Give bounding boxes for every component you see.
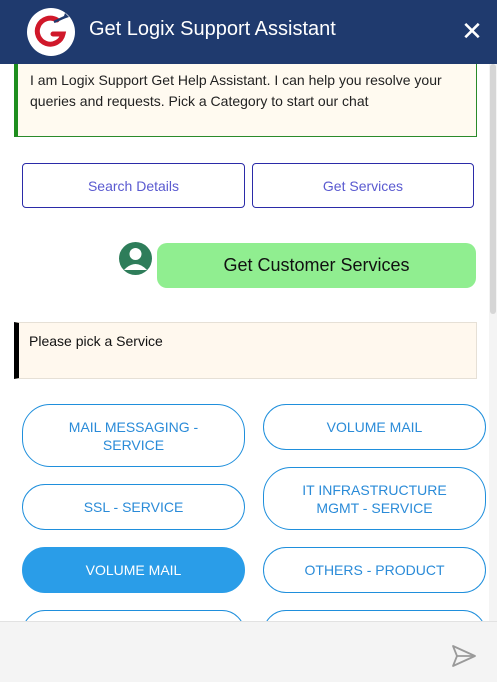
message-input[interactable] bbox=[8, 630, 438, 674]
chat-header: Get Logix Support Assistant ✕ bbox=[0, 0, 497, 64]
chat-transcript: I am Logix Support Get Help Assistant. I… bbox=[0, 64, 497, 621]
chat-scrollbar-thumb[interactable] bbox=[490, 64, 496, 314]
bot-prompt-message: Please pick a Service bbox=[14, 322, 477, 379]
get-services-button[interactable]: Get Services bbox=[252, 163, 474, 208]
getlogix-logo-icon bbox=[27, 8, 75, 56]
service-option-volume-mail[interactable]: VOLUME MAIL bbox=[263, 404, 486, 450]
service-option-ssl[interactable]: SSL - SERVICE bbox=[22, 484, 245, 530]
service-option-others-product[interactable]: OTHERS - PRODUCT bbox=[263, 547, 486, 593]
service-option-partial-right[interactable] bbox=[263, 610, 486, 621]
header-title: Get Logix Support Assistant bbox=[89, 18, 336, 40]
user-avatar-icon bbox=[119, 242, 152, 275]
service-option-partial-left[interactable] bbox=[22, 610, 245, 621]
search-details-button[interactable]: Search Details bbox=[22, 163, 245, 208]
service-option-mail-messaging[interactable]: MAIL MESSAGING - SERVICE bbox=[22, 404, 245, 467]
user-message-bubble: Get Customer Services bbox=[157, 243, 476, 288]
service-option-volume-mail-selected[interactable]: VOLUME MAIL bbox=[22, 547, 245, 593]
close-icon[interactable]: ✕ bbox=[459, 18, 485, 44]
service-option-it-infrastructure[interactable]: IT INFRASTRUCTURE MGMT - SERVICE bbox=[263, 467, 486, 530]
send-icon[interactable] bbox=[451, 644, 477, 668]
bot-intro-message: I am Logix Support Get Help Assistant. I… bbox=[14, 64, 477, 137]
chat-footer bbox=[0, 621, 497, 682]
